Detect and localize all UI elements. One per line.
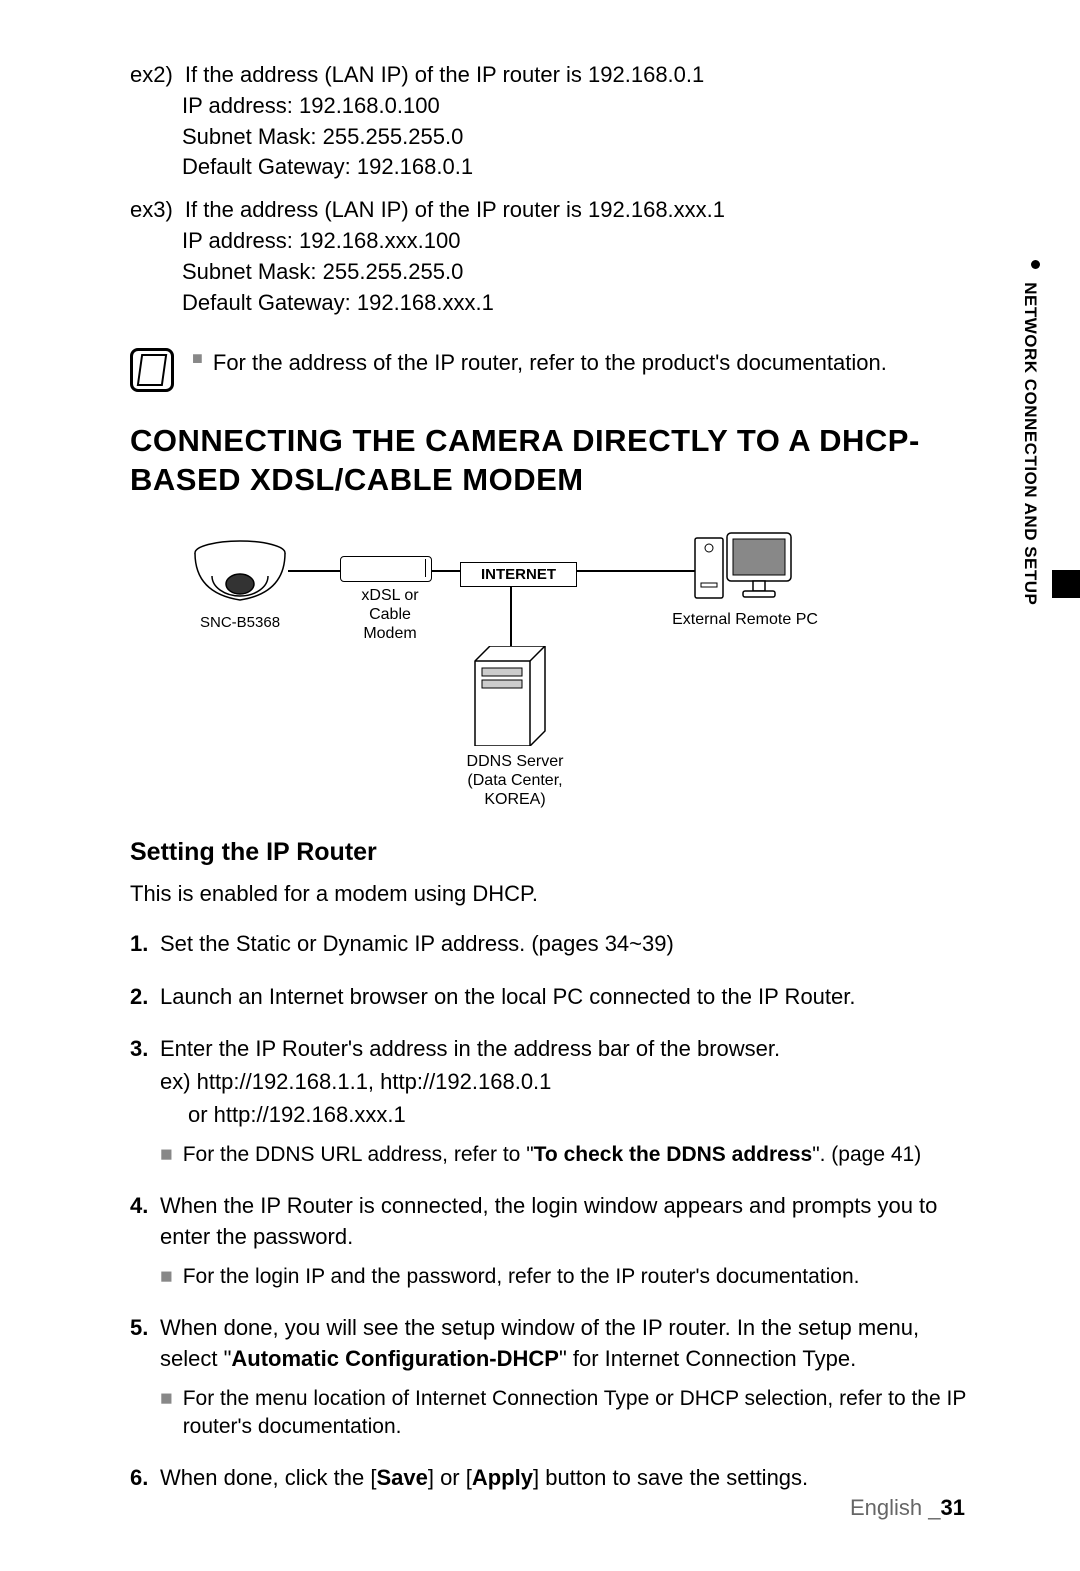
step-4-note: ■ For the login IP and the password, ref…	[160, 1263, 970, 1291]
step-3: Enter the IP Router's address in the add…	[130, 1034, 970, 1169]
footer-page: 31	[941, 1495, 965, 1520]
camera-label: SNC-B5368	[200, 614, 280, 631]
modem-label-1: xDSL or	[361, 587, 418, 604]
ex2-gateway: Default Gateway: 192.168.0.1	[182, 152, 970, 183]
ex2-line1: If the address (LAN IP) of the IP router…	[185, 60, 704, 91]
step-4-text: When the IP Router is connected, the log…	[160, 1193, 937, 1249]
step-6: When done, click the [Save] or [Apply] b…	[130, 1463, 970, 1494]
intro-text: This is enabled for a modem using DHCP.	[130, 881, 970, 907]
bullet-icon: ■	[160, 1141, 173, 1169]
side-tab-dot-icon	[1031, 260, 1040, 269]
modem-label-2: Cable Modem	[363, 606, 416, 642]
step-3-note: ■ For the DDNS URL address, refer to "To…	[160, 1141, 970, 1169]
note-text: For the address of the IP router, refer …	[213, 348, 887, 379]
pc-icon	[695, 523, 795, 613]
server-label: DDNS Server (Data Center, KOREA)	[440, 752, 590, 810]
step-2: Launch an Internet browser on the local …	[130, 982, 970, 1013]
ex3-mask: Subnet Mask: 255.255.255.0	[182, 257, 970, 288]
ex3-gateway: Default Gateway: 192.168.xxx.1	[182, 288, 970, 319]
bullet-icon: ■	[160, 1263, 173, 1291]
example-list: ex2) If the address (LAN IP) of the IP r…	[130, 60, 970, 318]
example-3: ex3) If the address (LAN IP) of the IP r…	[130, 195, 970, 318]
ex2-mask: Subnet Mask: 255.255.255.0	[182, 122, 970, 153]
ex3-ip: IP address: 192.168.xxx.100	[182, 226, 970, 257]
steps-list: Set the Static or Dynamic IP address. (p…	[130, 929, 970, 1494]
step-5-text: When done, you will see the setup window…	[160, 1315, 919, 1371]
side-tab-indicator	[1052, 570, 1080, 598]
network-diagram: SNC-B5368 xDSL or Cable Modem INTERNET E…	[170, 528, 930, 808]
step-5-note: ■ For the menu location of Internet Conn…	[160, 1385, 970, 1442]
server-icon	[470, 646, 550, 746]
step-5: When done, you will see the setup window…	[130, 1313, 970, 1441]
step-1-text: Set the Static or Dynamic IP address. (p…	[160, 931, 674, 956]
step-1: Set the Static or Dynamic IP address. (p…	[130, 929, 970, 960]
step-4: When the IP Router is connected, the log…	[130, 1191, 970, 1291]
step-3-note-text: For the DDNS URL address, refer to "To c…	[183, 1141, 922, 1169]
side-tab-text: NETWORK CONNECTION AND SETUP	[1021, 282, 1040, 605]
page-footer: English _31	[850, 1495, 965, 1521]
step-3-ex2: or http://192.168.xxx.1	[188, 1100, 970, 1131]
server-label-2: (Data Center, KOREA)	[467, 772, 562, 808]
step-6-text: When done, click the [Save] or [Apply] b…	[160, 1465, 808, 1490]
footer-lang: English _	[850, 1495, 941, 1520]
bullet-icon: ■	[192, 348, 203, 369]
subheading: Setting the IP Router	[130, 838, 970, 867]
step-3-ex1: ex) http://192.168.1.1, http://192.168.0…	[160, 1067, 970, 1098]
modem-icon	[340, 556, 432, 582]
ex2-label: ex2)	[130, 60, 173, 91]
step-2-text: Launch an Internet browser on the local …	[160, 984, 855, 1009]
manual-page: ex2) If the address (LAN IP) of the IP r…	[0, 0, 1080, 1571]
step-3-text: Enter the IP Router's address in the add…	[160, 1036, 780, 1061]
section-heading: CONNECTING THE CAMERA DIRECTLY TO A DHCP…	[130, 422, 970, 500]
bullet-icon: ■	[160, 1385, 173, 1413]
internet-label: INTERNET	[460, 562, 577, 587]
ex3-label: ex3)	[130, 195, 173, 226]
step-4-note-text: For the login IP and the password, refer…	[183, 1263, 860, 1291]
ex2-ip: IP address: 192.168.0.100	[182, 91, 970, 122]
ex3-line1: If the address (LAN IP) of the IP router…	[185, 195, 725, 226]
note-row: ■ For the address of the IP router, refe…	[130, 348, 970, 392]
server-label-1: DDNS Server	[467, 753, 564, 770]
note-icon	[130, 348, 174, 392]
pc-label: External Remote PC	[665, 611, 825, 629]
camera-icon	[190, 538, 290, 603]
side-tab: NETWORK CONNECTION AND SETUP	[1020, 260, 1040, 605]
example-2: ex2) If the address (LAN IP) of the IP r…	[130, 60, 970, 183]
step-5-note-text: For the menu location of Internet Connec…	[183, 1385, 970, 1442]
modem-label: xDSL or Cable Modem	[345, 586, 435, 644]
